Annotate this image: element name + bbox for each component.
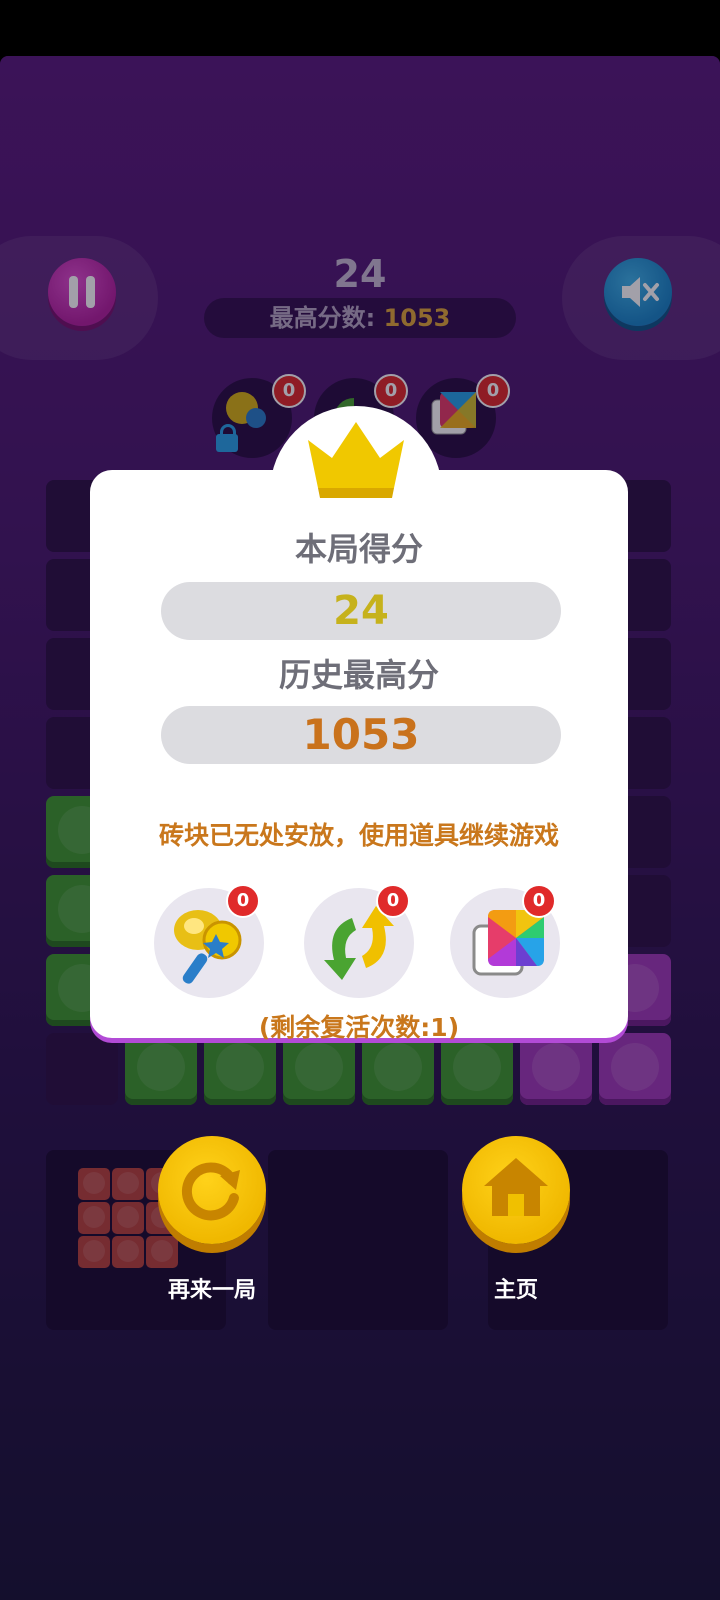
powerup-rainbow-button[interactable]: 0 xyxy=(450,884,560,998)
round-score-value: 24 xyxy=(161,582,561,640)
no-space-message: 砖块已无处安放，使用道具继续游戏 xyxy=(158,821,559,850)
crown-icon xyxy=(302,418,410,504)
game-over-dialog: 本局得分 24 历史最高分 1053 砖块已无处安放，使用道具继续游戏 0 0 xyxy=(90,470,628,1042)
restart-button[interactable] xyxy=(158,1136,266,1244)
restart-label[interactable]: 再来一局 xyxy=(132,1272,292,1304)
powerup-count-badge: 0 xyxy=(376,884,410,918)
powerup-refresh-button[interactable]: 0 xyxy=(304,884,414,998)
restart-icon xyxy=(181,1162,240,1221)
history-best-title: 历史最高分 xyxy=(278,656,439,694)
home-icon xyxy=(484,1158,548,1216)
powerup-hammer-button[interactable]: 0 xyxy=(154,884,264,998)
powerup-count-badge: 0 xyxy=(226,884,260,918)
revive-count-text: (剩余复活次数:1) xyxy=(258,1013,460,1042)
powerup-count-badge: 0 xyxy=(522,884,556,918)
game-screen: 24 最高分数: 1053 0 0 0 本局得分 24 历史最高分 1053 砖… xyxy=(0,56,720,1600)
round-score-title: 本局得分 xyxy=(294,530,423,568)
home-button[interactable] xyxy=(462,1136,570,1244)
home-label[interactable]: 主页 xyxy=(436,1272,596,1304)
history-best-value: 1053 xyxy=(161,706,561,764)
